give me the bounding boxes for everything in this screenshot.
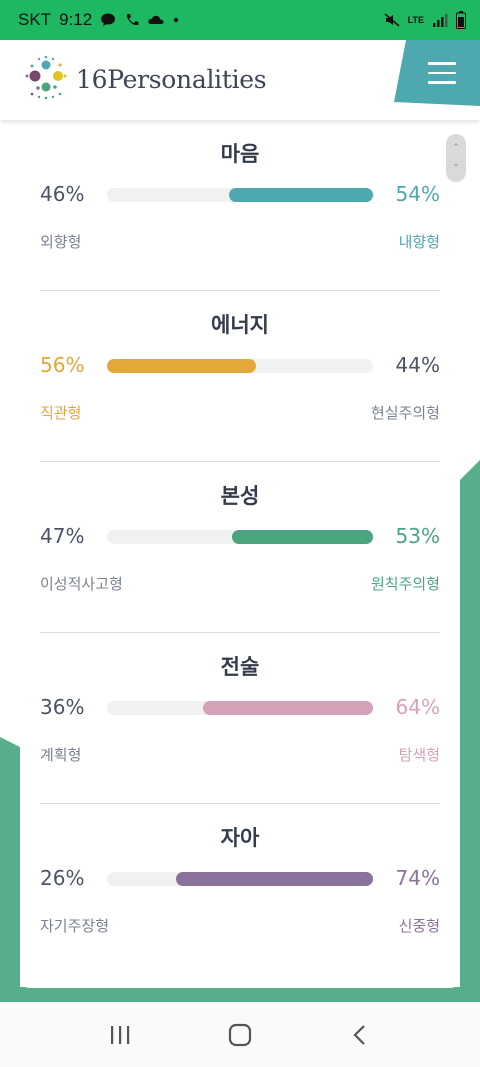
trait-mind: 마음 46% 54% 외향형 내향형 — [40, 120, 440, 291]
left-label: 계획형 — [40, 746, 82, 764]
back-button[interactable] — [340, 1015, 380, 1055]
status-left: SKT 9:12 — [18, 10, 180, 30]
trait-bar-fill — [232, 530, 373, 544]
right-label: 현실주의형 — [370, 404, 440, 422]
trait-title: 에너지 — [211, 313, 269, 337]
notification-dot-icon — [173, 17, 179, 23]
home-button[interactable] — [220, 1015, 260, 1055]
phone-icon — [127, 14, 139, 26]
carrier-label: SKT — [18, 10, 52, 29]
scroll-handle[interactable]: ⌃ ⌄ — [446, 134, 466, 182]
left-label: 직관형 — [40, 404, 82, 422]
home-icon — [228, 1023, 252, 1046]
left-percent: 36% — [40, 695, 85, 719]
recent-apps-icon — [111, 1025, 130, 1044]
signal-icon — [433, 14, 448, 27]
right-label: 신중형 — [398, 917, 440, 935]
trait-bar-fill — [203, 701, 373, 715]
trait-bar — [107, 530, 373, 544]
network-label: LTE — [407, 15, 424, 25]
left-percent: 46% — [40, 182, 85, 206]
logo-text: 16Personalities — [76, 64, 267, 94]
left-label: 자기주장형 — [40, 917, 110, 935]
back-icon — [353, 1024, 365, 1045]
battery-icon — [456, 11, 466, 29]
right-percent: 64% — [395, 695, 440, 719]
clock: 9:12 — [59, 10, 93, 29]
right-label: 내향형 — [398, 233, 440, 251]
trait-bar — [107, 872, 373, 886]
right-percent: 54% — [395, 182, 440, 206]
trait-energy: 에너지 56% 44% 직관형 현실주의형 — [40, 291, 440, 462]
trait-identity: 자아 26% 74% 자기주장형 신중형 — [40, 804, 440, 975]
logo[interactable]: 16Personalities — [22, 54, 267, 104]
trait-bar — [107, 188, 373, 202]
left-label: 외향형 — [40, 233, 82, 251]
status-right: LTE — [384, 11, 466, 29]
trait-nature: 본성 47% 53% 이성적사고형 원칙주의형 — [40, 462, 440, 633]
talk-icon — [101, 13, 116, 26]
hamburger-menu-icon[interactable] — [428, 62, 456, 86]
left-percent: 56% — [40, 353, 85, 377]
trait-title: 본성 — [220, 484, 260, 508]
right-percent: 74% — [395, 866, 440, 890]
recent-apps-button[interactable] — [100, 1015, 140, 1055]
trait-bar-fill — [229, 188, 373, 202]
left-percent: 26% — [40, 866, 85, 890]
right-label: 원칙주의형 — [370, 575, 440, 593]
mute-icon — [384, 13, 400, 27]
system-nav-bar — [0, 1002, 480, 1067]
left-percent: 47% — [40, 524, 85, 548]
trait-bar — [107, 701, 373, 715]
trait-title: 전술 — [220, 655, 260, 679]
trait-bar-fill — [107, 359, 256, 373]
trait-title: 마음 — [220, 142, 260, 166]
right-label: 탐색형 — [398, 746, 440, 764]
left-label: 이성적사고형 — [40, 575, 123, 593]
right-percent: 44% — [395, 353, 440, 377]
site-header: 16Personalities — [0, 40, 480, 120]
trait-title: 자아 — [220, 826, 260, 850]
trait-bar — [107, 359, 373, 373]
logo-mark-icon — [25, 55, 67, 100]
right-percent: 53% — [395, 524, 440, 548]
trait-tactics: 전술 36% 64% 계획형 탐색형 — [40, 633, 440, 804]
cloud-icon — [148, 15, 164, 24]
trait-bar-fill — [176, 872, 373, 886]
status-bar: SKT 9:12 LTE — [0, 0, 480, 40]
